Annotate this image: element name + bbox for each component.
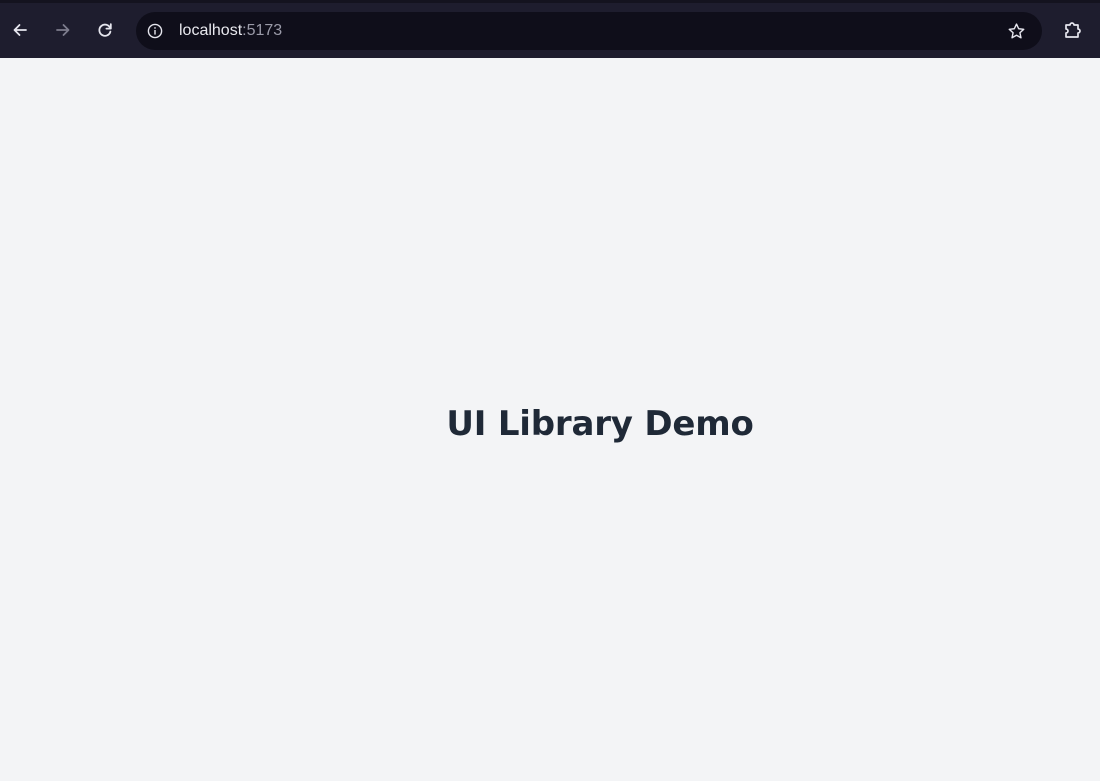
reload-icon (96, 21, 114, 39)
url-text[interactable]: localhost:5173 (179, 22, 282, 40)
url-port: :5173 (242, 22, 283, 39)
reload-button[interactable] (91, 16, 119, 44)
page-content: UI Library Demo (0, 58, 1100, 781)
puzzle-icon (1062, 19, 1084, 46)
info-icon[interactable] (146, 22, 164, 40)
address-bar[interactable]: localhost:5173 (136, 12, 1042, 50)
forward-button[interactable] (49, 16, 77, 44)
back-arrow-icon (11, 21, 29, 39)
extensions-button[interactable] (1061, 20, 1085, 44)
star-icon[interactable] (1006, 21, 1026, 41)
browser-toolbar: localhost:5173 (0, 0, 1100, 58)
page-heading: UI Library Demo (446, 404, 754, 444)
url-host: localhost (179, 22, 243, 39)
forward-arrow-icon (54, 21, 72, 39)
back-button[interactable] (6, 16, 34, 44)
